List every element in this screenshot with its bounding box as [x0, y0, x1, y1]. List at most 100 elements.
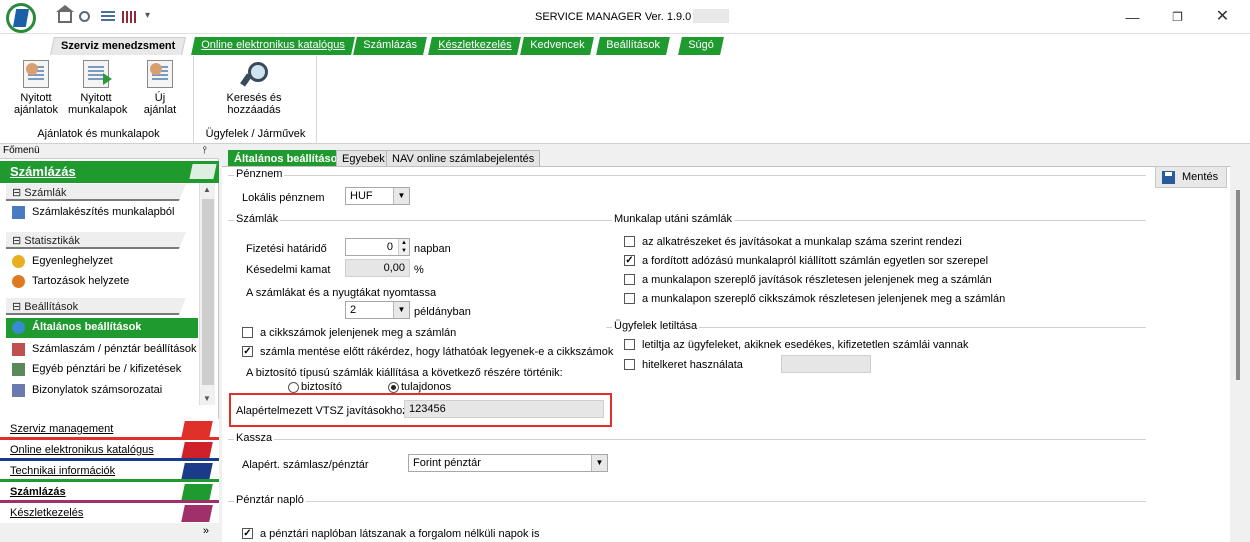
scroll-down-icon[interactable]: ▼ [203, 394, 211, 403]
left-panel-scrollbar[interactable]: ▲ ▼ [199, 183, 215, 405]
hitelkeret-label: hitelkeret használata [642, 359, 743, 371]
module-szamlazas[interactable]: Számlázás [0, 482, 219, 503]
spin-icon[interactable]: ▲ ▼ [398, 239, 409, 255]
payment-deadline-unit: napban [414, 243, 451, 255]
chevron-down-icon[interactable]: ▼ [393, 188, 409, 204]
app-logo[interactable] [6, 3, 36, 33]
scroll-thumb[interactable] [202, 199, 214, 385]
ribbon-group-label: Ajánlatok és munkalapok [37, 128, 160, 140]
module-badge-icon [181, 463, 213, 480]
scroll-up-icon[interactable]: ▲ [203, 185, 211, 194]
vtsz-label: Alapértelmezett VTSZ javításokhoz [236, 405, 408, 417]
group-beallitasok[interactable]: ⊟ Beállítások [6, 298, 186, 315]
document-series-icon [12, 384, 25, 397]
print-copies-label: A számlákat és a nyugtákat nyomtassa [246, 287, 437, 299]
payment-deadline-stepper[interactable]: 0 ▲ ▼ [345, 238, 410, 256]
module-badge-icon [181, 421, 213, 438]
munkalap-opt4-label: a munkalapon szereplő cikkszámok részlet… [642, 293, 1006, 305]
munkalap-opt1-checkbox[interactable] [624, 236, 635, 247]
nyitott-munkalapok-button[interactable]: Nyitott munkalapok [68, 60, 127, 116]
nav-item-altalanos-beallitasok[interactable]: Általános beállítások [6, 318, 198, 338]
save-confirm-checkbox[interactable]: ✓ [242, 346, 253, 357]
kassza-select[interactable]: Forint pénztár ▼ [408, 454, 608, 472]
module-header-szamlazas[interactable]: Számlázás [0, 161, 219, 183]
maximize-button[interactable]: ❐ [1155, 0, 1200, 34]
list-icon[interactable] [101, 11, 115, 23]
tab-sugo[interactable]: Súgó [678, 37, 724, 55]
offer-document-icon [23, 60, 49, 88]
currency-select[interactable]: HUF ▼ [345, 187, 410, 205]
module-badge-icon [181, 505, 213, 522]
debt-coins-icon [12, 275, 25, 288]
barcode-icon[interactable] [122, 11, 136, 23]
radio-biztosito-label: biztosító [301, 381, 342, 393]
naplo-opt1-label: a pénztári naplóban látszanak a forgalom… [260, 528, 540, 540]
module-online-katalogus[interactable]: Online elektronikus katalógus [0, 440, 219, 461]
tab-egyebek[interactable]: Egyebek [336, 150, 391, 167]
chevron-down-icon[interactable]: ▼ [393, 302, 409, 318]
cash-transfer-icon [12, 363, 25, 376]
munkalap-opt2-checkbox[interactable]: ✓ [624, 255, 635, 266]
tab-beallitasok[interactable]: Beállítások [596, 37, 670, 55]
main-scrollbar[interactable] [1236, 190, 1240, 380]
ribbon-group-ajanlatok: Nyitott ajánlatok Nyitott munkalapok Új … [4, 56, 194, 144]
invoice-icon [12, 206, 25, 219]
nav-item-bizonylatok[interactable]: Bizonylatok számsorozatai [12, 381, 198, 401]
group-szamlak[interactable]: ⊟ Számlák [6, 184, 186, 201]
munkalap-opt4-checkbox[interactable] [624, 293, 635, 304]
save-confirm-checkbox-label: számla mentése előtt rákérdez, hogy láth… [260, 346, 614, 358]
nav-item-egyenleghelyzet[interactable]: Egyenleghelyzet [12, 252, 198, 272]
more-modules-icon[interactable]: » [203, 525, 209, 537]
hitelkeret-checkbox[interactable] [624, 359, 635, 370]
left-navigation-panel: Főmenü ⫯ Számlázás ⊟ Számlák Számlakészí… [0, 145, 219, 542]
module-technikai-informaciok[interactable]: Technikai információk [0, 461, 219, 482]
ugyfelek-opt1-checkbox[interactable] [624, 339, 635, 350]
tab-altalanos-beallitasok[interactable]: Általános beállítások [228, 150, 350, 167]
ugyfelek-opt1-label: letiltja az ügyfeleket, akiknek esedékes… [642, 339, 969, 351]
munkalap-opt2-label: a fordított adózású munkalapról kiállíto… [642, 255, 989, 267]
search-person-icon [241, 60, 268, 88]
tab-nav-online[interactable]: NAV online számlabejelentés [386, 150, 541, 167]
munkalap-opt3-checkbox[interactable] [624, 274, 635, 285]
print-copies-select[interactable]: 2 ▼ [345, 301, 410, 319]
save-button[interactable]: Mentés [1155, 166, 1227, 188]
cikkszam-checkbox[interactable] [242, 327, 253, 338]
uj-ajanlat-button[interactable]: Új ajánlat [138, 60, 182, 116]
ribbon-group-ugyfelek: Keresés és hozzáadás Ügyfelek / Járművek [195, 56, 317, 144]
worksheet-icon [83, 60, 112, 88]
chevron-down-icon[interactable]: ▼ [591, 455, 607, 471]
insurer-invoice-label: A biztosító típusú számlák kiállítása a … [246, 367, 563, 379]
window-title: SERVICE MANAGER Ver. 1.9.0 [535, 11, 692, 23]
fomenu-header: Főmenü ⫯ [0, 145, 219, 159]
module-szerviz-management[interactable]: Szerviz management [0, 419, 219, 440]
settings-content: Pénznem Lokális pénznem HUF ▼ Számlák Fi… [222, 166, 1230, 542]
naplo-opt1-checkbox[interactable]: ✓ [242, 528, 253, 539]
tab-szamlazas[interactable]: Számlázás [353, 37, 427, 55]
search-icon[interactable] [79, 11, 90, 22]
radio-tulajdonos[interactable] [388, 382, 399, 393]
nyitott-ajanlatok-button[interactable]: Nyitott ajánlatok [14, 60, 58, 116]
group-statisztikak[interactable]: ⊟ Statisztikák [6, 232, 186, 249]
tab-kedvencek[interactable]: Kedvencek [520, 37, 595, 55]
nav-item-egyeb-penztari[interactable]: Egyéb pénztári be / kifizetések [12, 360, 198, 380]
nav-item-szamlakeszites[interactable]: Számlakészítés munkalapból [12, 203, 198, 223]
tab-online-katalogus[interactable]: Online elektronikus katalógus [191, 37, 355, 55]
quick-access-dropdown-icon[interactable]: ▾ [145, 10, 150, 21]
radio-biztosito[interactable] [288, 382, 299, 393]
vtsz-input[interactable]: 123456 [404, 400, 604, 418]
nav-item-tartozasok[interactable]: Tartozások helyzete [12, 272, 198, 292]
module-keszletkezeles[interactable]: Készletkezelés [0, 503, 219, 524]
hitelkeret-field[interactable] [781, 355, 871, 373]
nav-item-szamlaszam[interactable]: Számlaszám / pénztár beállítások [12, 340, 198, 360]
cikkszam-checkbox-label: a cikkszámok jelenjenek meg a számlán [260, 327, 457, 339]
late-interest-field[interactable]: 0,00 [345, 259, 410, 277]
home-icon[interactable] [56, 5, 74, 23]
currency-label: Lokális pénznem [242, 192, 325, 204]
tab-keszletkezeles[interactable]: Készletkezelés [428, 37, 522, 55]
payment-deadline-label: Fizetési határidő [246, 243, 327, 255]
minimize-button[interactable]: — [1110, 0, 1155, 34]
pin-icon[interactable]: ⫯ [203, 145, 207, 156]
close-button[interactable]: ✕ [1200, 0, 1245, 34]
tab-szerviz-menedzsment[interactable]: Szerviz menedzsment [50, 37, 187, 55]
kereses-hozzaadas-button[interactable]: Keresés és hozzáadás [209, 60, 299, 116]
